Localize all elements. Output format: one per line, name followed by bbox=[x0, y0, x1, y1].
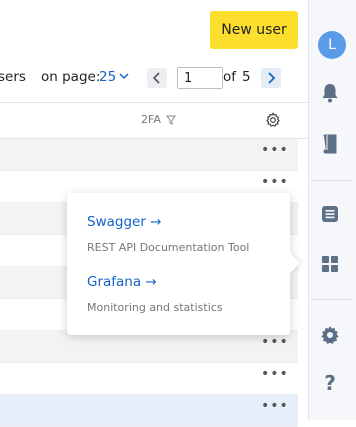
grafana-description: Monitoring and statistics bbox=[87, 301, 223, 314]
table-row-selected[interactable]: ••• bbox=[0, 395, 298, 427]
of-label: of bbox=[223, 69, 237, 85]
new-user-button[interactable]: New user bbox=[210, 11, 298, 49]
chevron-right-icon bbox=[268, 72, 276, 84]
avatar[interactable]: L bbox=[318, 31, 346, 59]
row-actions-button[interactable]: ••• bbox=[261, 175, 288, 193]
page-number-input[interactable] bbox=[177, 67, 223, 89]
table-header: 2FA bbox=[0, 103, 298, 138]
grid-icon[interactable] bbox=[320, 254, 340, 274]
book-icon[interactable] bbox=[320, 134, 340, 154]
users-label: sers bbox=[0, 69, 26, 85]
row-actions-button[interactable]: ••• bbox=[261, 335, 288, 353]
rail-divider bbox=[311, 299, 351, 300]
chevron-left-icon bbox=[152, 72, 160, 84]
table-row[interactable]: ••• bbox=[0, 139, 298, 171]
next-page-button[interactable] bbox=[261, 68, 281, 88]
chevron-down-icon[interactable] bbox=[119, 71, 129, 81]
settings-gear-icon[interactable] bbox=[265, 112, 281, 128]
help-icon[interactable]: ? bbox=[320, 371, 340, 395]
filter-icon[interactable] bbox=[166, 115, 176, 125]
table-row[interactable]: ••• bbox=[0, 331, 298, 363]
swagger-description: REST API Documentation Tool bbox=[87, 241, 250, 254]
page-size-select[interactable]: 25 bbox=[99, 69, 116, 85]
tools-popup: Swagger → REST API Documentation Tool Gr… bbox=[67, 193, 300, 335]
prev-page-button[interactable] bbox=[147, 68, 167, 88]
column-2fa[interactable]: 2FA bbox=[141, 113, 161, 126]
row-actions-button[interactable]: ••• bbox=[261, 143, 288, 161]
table-row[interactable]: ••• bbox=[0, 363, 298, 395]
row-actions-button[interactable]: ••• bbox=[261, 367, 288, 385]
rail-divider bbox=[311, 180, 351, 181]
on-page-label: on page: bbox=[41, 69, 101, 85]
row-actions-button[interactable]: ••• bbox=[261, 399, 288, 417]
gear-icon[interactable] bbox=[320, 325, 340, 345]
total-pages: 5 bbox=[242, 69, 251, 85]
bell-icon[interactable] bbox=[320, 83, 340, 103]
main-panel: New user sers on page: 25 of 5 2FA bbox=[0, 0, 308, 427]
list-icon[interactable] bbox=[320, 204, 340, 224]
pagination-bar: sers on page: 25 of 5 bbox=[0, 65, 300, 91]
grafana-link[interactable]: Grafana → bbox=[87, 274, 157, 290]
swagger-link[interactable]: Swagger → bbox=[87, 214, 161, 230]
